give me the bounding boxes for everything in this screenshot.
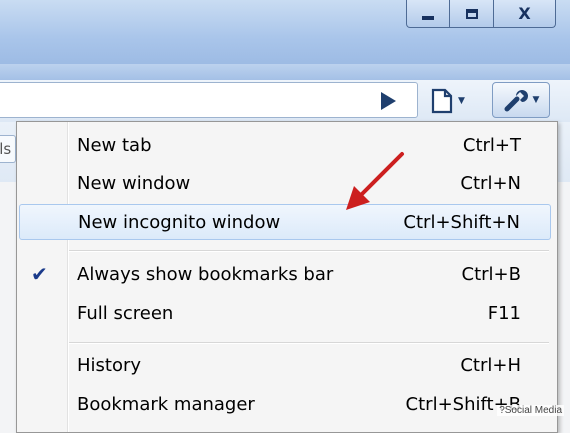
menu-item-shortcut: Ctrl+B: [461, 264, 521, 285]
watermark: ?Social Media: [497, 405, 564, 416]
menu-item-shortcut: Ctrl+T: [462, 135, 521, 156]
menu-item-label: New tab: [77, 135, 152, 156]
browser-toolbar: ▼ ▼: [0, 80, 570, 122]
wrench-menu-button[interactable]: ▼: [492, 82, 550, 118]
wrench-dropdown-menu: New tab Ctrl+T New window Ctrl+N New inc…: [16, 121, 558, 433]
address-bar[interactable]: [0, 82, 418, 118]
menu-item-new-incognito-window[interactable]: New incognito window Ctrl+Shift+N: [19, 204, 551, 240]
menu-item-label: New incognito window: [78, 212, 281, 233]
chevron-down-icon: ▼: [532, 95, 540, 105]
menu-item-label: History: [77, 355, 142, 376]
chevron-down-icon: ▼: [458, 96, 465, 106]
minimize-button[interactable]: [406, 0, 450, 28]
window-controls: X: [406, 0, 556, 28]
menu-item-shortcut: Ctrl+H: [460, 355, 521, 376]
menu-item-new-window[interactable]: New window Ctrl+N: [19, 166, 551, 202]
menu-item-label: Full screen: [77, 303, 174, 324]
menu-item-history[interactable]: History Ctrl+H: [19, 348, 551, 384]
menu-separator: [69, 342, 549, 344]
close-icon: X: [518, 4, 531, 23]
title-bar: X: [0, 0, 570, 64]
menu-separator: [69, 250, 549, 252]
maximize-button[interactable]: [450, 0, 494, 28]
annotation-arrow-icon: [346, 152, 404, 210]
menu-item-label: Bookmark manager: [77, 394, 255, 415]
page-icon: [431, 88, 453, 114]
menu-item-label: New window: [77, 173, 191, 194]
page-menu-button[interactable]: ▼: [430, 80, 465, 122]
menu-item-bookmark-manager[interactable]: Bookmark manager Ctrl+Shift+B: [19, 387, 551, 423]
menu-item-always-show-bookmarks-bar[interactable]: ✔ Always show bookmarks bar Ctrl+B: [19, 257, 551, 293]
checkmark-icon: ✔: [31, 262, 48, 286]
tab-strip: [0, 64, 570, 81]
menu-item-new-tab[interactable]: New tab Ctrl+T: [19, 128, 551, 164]
menu-item-label: Always show bookmarks bar: [77, 264, 334, 285]
close-button[interactable]: X: [494, 0, 556, 28]
minimize-icon: [422, 15, 434, 20]
menu-item-shortcut: Ctrl+Shift+N: [403, 212, 520, 233]
wrench-icon: [504, 90, 528, 112]
bookmark-item[interactable]: els: [0, 135, 16, 163]
go-button[interactable]: [381, 92, 396, 110]
menu-item-full-screen[interactable]: Full screen F11: [19, 296, 551, 332]
menu-item-shortcut: F11: [487, 303, 521, 324]
menu-item-shortcut: Ctrl+N: [460, 173, 521, 194]
maximize-icon: [465, 8, 478, 19]
